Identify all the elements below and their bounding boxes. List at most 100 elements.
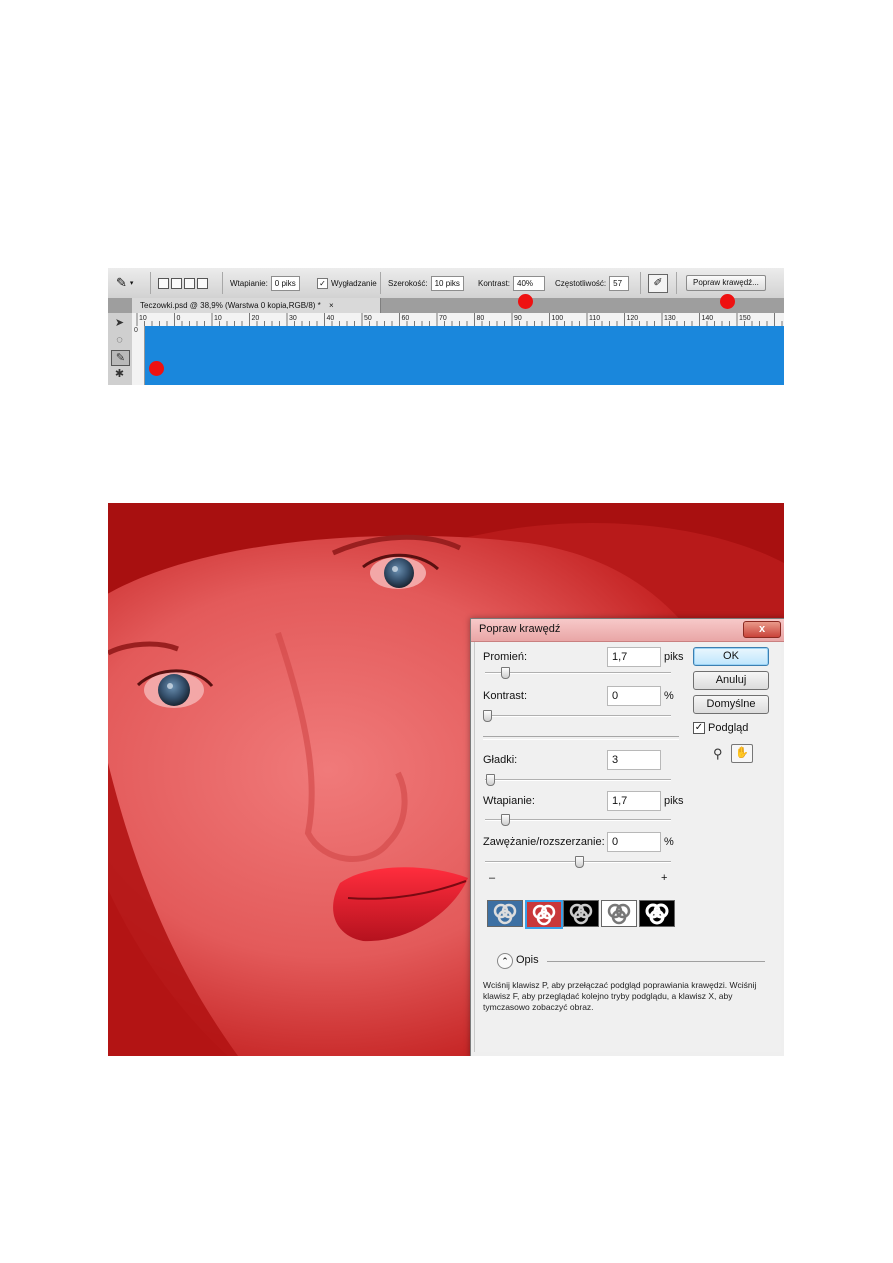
photoshop-options-screenshot: ✎ ▾ Wtapianie: 0 piks ✓ Wygładzanie Szer…	[108, 268, 784, 385]
smooth-input[interactable]: 3	[607, 750, 661, 770]
feather-label: Wtapianie:	[483, 795, 535, 807]
radius-label: Promień:	[483, 651, 528, 663]
subtract-selection-icon[interactable]	[184, 277, 195, 289]
ok-button[interactable]: OK	[693, 647, 769, 666]
feather-slider-thumb[interactable]	[501, 814, 510, 826]
view-mode-standard[interactable]	[487, 900, 523, 927]
new-selection-icon[interactable]	[158, 277, 169, 289]
feather-input[interactable]: 1,7	[607, 791, 661, 811]
zoom-icon[interactable]: ⚲	[713, 746, 723, 762]
contract-expand-slider-thumb[interactable]	[575, 856, 584, 868]
ruler-tick-label: 10	[214, 315, 222, 322]
ruler-tick-label: 40	[327, 315, 335, 322]
contrast-label: Kontrast:	[483, 690, 528, 702]
description-toggle-label[interactable]: Opis	[516, 954, 539, 966]
ruler-tick-label: 50	[364, 315, 372, 322]
ruler-tick-label: 10	[139, 315, 147, 322]
contrast-input[interactable]: 0	[607, 686, 661, 706]
preview-option[interactable]: ✓ Podgląd	[693, 722, 748, 734]
default-button[interactable]: Domyślne	[693, 695, 769, 714]
contrast-group: Kontrast: 40%	[478, 268, 546, 298]
ruler-tick-label: 110	[589, 315, 600, 322]
feather-input[interactable]: 0 piks	[270, 275, 300, 291]
ruler-tick-label: 130	[664, 315, 676, 322]
lasso-tool-icon[interactable]: ✎	[111, 350, 130, 366]
marquee-tool-icon[interactable]: ◌	[111, 333, 128, 347]
document-tab-title: Teczowki.psd @ 38,9% (Warstwa 0 kopia,RG…	[140, 301, 321, 310]
magnetic-lasso-tool-preset[interactable]: ✎ ▾	[116, 268, 133, 298]
chevron-up-icon[interactable]: ⌃	[497, 953, 513, 969]
frequency-group: Częstotliwość: 57	[555, 268, 630, 298]
group-divider	[483, 736, 679, 740]
description-text: Wciśnij klawisz P, aby przełączać podglą…	[483, 980, 757, 1012]
contract-expand-unit: %	[664, 836, 674, 848]
canvas-area[interactable]	[145, 326, 784, 385]
width-input[interactable]: 10 piks	[430, 275, 464, 291]
width-label: Szerokość:	[388, 278, 428, 288]
contrast-slider-thumb[interactable]	[483, 710, 492, 722]
width-group: Szerokość: 10 piks	[388, 268, 464, 298]
radius-slider-track[interactable]	[485, 672, 671, 674]
magnetic-lasso-icon: ✎	[116, 275, 127, 290]
preview-checkbox[interactable]: ✓	[693, 722, 705, 734]
contrast-label: Kontrast:	[478, 278, 511, 288]
ruler-tick-label: 80	[477, 315, 485, 322]
contrast-unit: %	[664, 690, 674, 702]
horizontal-ruler: 10 0 10 20 30 40 50 60 70 80 90 100 110 120 130 140 150	[132, 313, 784, 327]
intersect-selection-icon[interactable]	[197, 277, 208, 289]
chevron-down-icon: ▾	[129, 280, 134, 287]
smooth-slider-thumb[interactable]	[486, 774, 495, 786]
frequency-input[interactable]: 57	[609, 275, 630, 291]
smooth-slider-track[interactable]	[485, 779, 671, 781]
stylus-pressure-icon: ✐	[648, 273, 668, 293]
radius-slider-thumb[interactable]	[501, 667, 510, 679]
refine-edge-screenshot: Popraw krawędź x Promień: 1,7 piks Kontr…	[108, 503, 784, 1056]
feather-unit: piks	[664, 795, 684, 807]
radius-input[interactable]: 1,7	[607, 647, 661, 667]
ruler-tick-label: 140	[702, 315, 714, 322]
separator	[380, 272, 381, 294]
hand-icon[interactable]: ✋	[731, 744, 753, 763]
refine-edge-button[interactable]: Popraw krawędź...	[686, 275, 766, 291]
frequency-label: Częstotliwość:	[555, 278, 607, 288]
tablet-pressure-button[interactable]: ✐	[648, 268, 668, 298]
options-bar: ✎ ▾ Wtapianie: 0 piks ✓ Wygładzanie Szer…	[108, 268, 784, 299]
feather-slider-track[interactable]	[485, 819, 671, 821]
view-mode-quick-mask[interactable]	[525, 900, 563, 929]
feather-group: Wtapianie: 0 piks	[230, 268, 300, 298]
refine-edge-dialog: Popraw krawędź x Promień: 1,7 piks Kontr…	[470, 618, 784, 1056]
preview-label: Podgląd	[708, 722, 749, 734]
marker-ruler-origin	[149, 361, 164, 376]
move-tool-icon[interactable]: ➤	[111, 316, 128, 330]
separator	[222, 272, 223, 294]
ruler-tick-label: 60	[402, 315, 410, 322]
contract-expand-input[interactable]: 0	[607, 832, 661, 852]
radius-unit: piks	[664, 651, 684, 663]
smooth-label: Gładki:	[483, 754, 518, 766]
close-icon[interactable]: x	[743, 621, 781, 638]
view-mode-on-black[interactable]	[563, 900, 599, 927]
contrast-slider-track[interactable]	[485, 715, 671, 717]
separator	[640, 272, 641, 294]
contrast-input[interactable]: 40%	[513, 275, 546, 291]
marker-refine-edge	[720, 294, 735, 309]
antialias-label: Wygładzanie	[331, 278, 377, 288]
view-mode-on-white[interactable]	[601, 900, 637, 927]
antialias-checkbox[interactable]: ✓	[317, 277, 328, 289]
vertical-ruler: 0	[132, 326, 145, 385]
dialog-title-bar[interactable]: Popraw krawędź x	[471, 619, 784, 642]
minus-symbol: –	[489, 872, 496, 884]
quick-selection-tool-icon[interactable]: ✱	[111, 367, 128, 381]
cancel-button[interactable]: Anuluj	[693, 671, 769, 690]
ruler-tick-label: 0	[177, 315, 181, 322]
marker-contrast	[518, 294, 533, 309]
add-selection-icon[interactable]	[171, 277, 182, 289]
antialias-group[interactable]: ✓ Wygładzanie	[317, 268, 377, 298]
separator	[676, 272, 677, 294]
view-mode-mask[interactable]	[639, 900, 675, 927]
description-divider	[547, 961, 765, 962]
separator	[150, 272, 151, 294]
ruler-tick-label: 100	[552, 315, 564, 322]
document-tab[interactable]: Teczowki.psd @ 38,9% (Warstwa 0 kopia,RG…	[132, 298, 381, 313]
tab-close-icon[interactable]: ×	[329, 301, 334, 310]
